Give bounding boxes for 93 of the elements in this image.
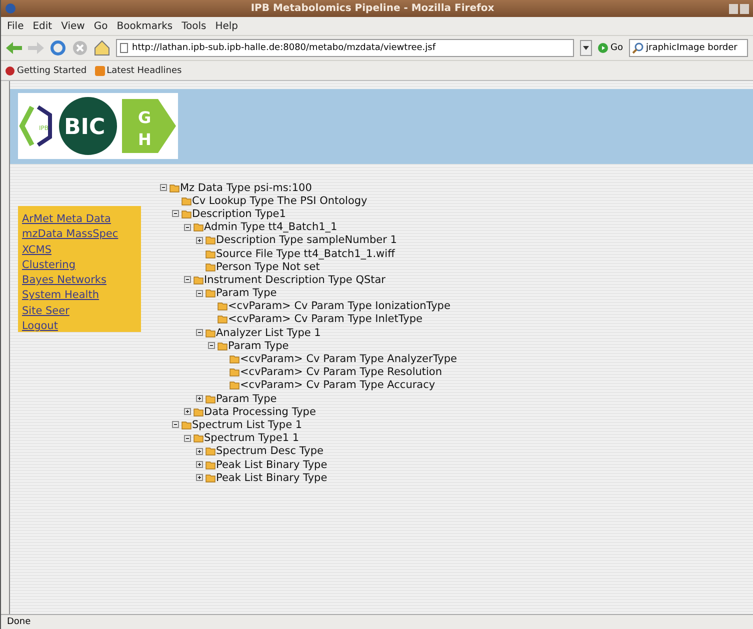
collapse-toggle[interactable]: [184, 276, 191, 284]
tree-node-label[interactable]: <cvParam> Cv Param Type Accuracy: [240, 379, 436, 392]
expand-toggle[interactable]: [196, 236, 203, 244]
home-icon[interactable]: [94, 40, 110, 56]
play-icon: [598, 43, 608, 53]
nav-link[interactable]: System Health: [22, 288, 137, 303]
search-field[interactable]: jraphicImage border: [629, 39, 748, 57]
folder-icon: [205, 472, 216, 483]
tree-node-label[interactable]: Spectrum Desc Type: [216, 445, 324, 458]
menu-item[interactable]: File: [7, 20, 24, 32]
tree-node-label[interactable]: Mz Data Type psi-ms:100: [180, 182, 312, 194]
menu-item[interactable]: Help: [215, 20, 238, 32]
folder-icon: [217, 340, 228, 351]
nav-link[interactable]: Logout: [22, 319, 137, 334]
folder-icon: [229, 354, 240, 364]
folder-icon: [193, 222, 204, 232]
tree-node-label[interactable]: Param Type: [216, 287, 277, 300]
collapse-toggle[interactable]: [196, 290, 203, 297]
collapse-toggle[interactable]: [172, 210, 179, 218]
feed-icon: [94, 66, 105, 76]
tree-node-label[interactable]: Param Type: [228, 340, 289, 352]
expand-toggle[interactable]: [196, 448, 203, 455]
tree-node-label[interactable]: Spectrum List Type 1: [192, 418, 302, 431]
folder-icon: [229, 380, 240, 390]
collapse-toggle[interactable]: [196, 329, 203, 336]
folder-icon: [205, 248, 216, 259]
menu-item[interactable]: Bookmarks: [116, 20, 173, 32]
expand-toggle[interactable]: [196, 461, 203, 468]
tree-node-label[interactable]: Param Type: [216, 392, 277, 405]
tree-node-label[interactable]: Spectrum Type1 1: [204, 432, 300, 444]
menu-item[interactable]: Go: [94, 20, 108, 32]
folder-icon: [193, 433, 204, 444]
collapse-toggle[interactable]: [208, 342, 215, 350]
tree-node-label[interactable]: <cvParam> Cv Param Type Resolution: [240, 366, 442, 378]
folder-icon: [229, 367, 240, 378]
go-button[interactable]: Go: [598, 43, 623, 53]
menu-item[interactable]: Edit: [32, 20, 52, 32]
folder-icon: [181, 420, 192, 430]
collapse-toggle[interactable]: [184, 434, 191, 442]
menu-item[interactable]: View: [61, 20, 85, 32]
tree-node-label[interactable]: Data Processing Type: [204, 406, 316, 418]
collapse-toggle[interactable]: [160, 184, 167, 192]
nav-link[interactable]: Site Seer: [22, 304, 137, 318]
expand-toggle[interactable]: [196, 395, 203, 402]
tree-node-label[interactable]: Person Type Not set: [216, 260, 320, 273]
tree-node-label[interactable]: Instrument Description Type QStar: [204, 274, 386, 286]
address-field[interactable]: http://lathan.ipb-sub.ipb-halle.de:8080/metabo/mzdata/viewtree.jsf: [116, 39, 574, 57]
collapse-toggle[interactable]: [184, 224, 191, 231]
tree-node-label[interactable]: <cvParam> Cv Param Type AnalyzerType: [240, 353, 457, 366]
page-icon: [120, 43, 128, 53]
folder-icon: [205, 446, 216, 456]
tree-node-label[interactable]: Description Type sampleNumber 1: [216, 234, 397, 246]
nav-link[interactable]: XCMS: [22, 242, 137, 257]
folder-icon: [181, 196, 192, 206]
nav-link[interactable]: Bayes Networks: [22, 273, 137, 288]
tree-node-label[interactable]: Cv Lookup Type The PSI Ontology: [192, 194, 368, 207]
folder-icon: [205, 328, 216, 338]
bookmark-dot-icon: [5, 66, 15, 76]
globe-icon: [5, 3, 16, 14]
tree-node-label[interactable]: Description Type1: [192, 208, 286, 220]
tree-node-label[interactable]: <cvParam> Cv Param Type IonizationType: [228, 300, 450, 312]
reload-icon[interactable]: [50, 40, 66, 56]
bookmark-link[interactable]: Getting Started: [5, 66, 87, 76]
expand-toggle[interactable]: [184, 408, 191, 416]
collapse-toggle[interactable]: [172, 421, 179, 428]
search-icon: [632, 42, 644, 54]
tree-node-label[interactable]: Peak List Binary Type: [216, 472, 328, 484]
window-controls-icon[interactable]: [729, 4, 749, 14]
folder-icon: [193, 406, 204, 417]
folder-icon: [193, 274, 204, 285]
expand-toggle[interactable]: [196, 474, 203, 482]
folder-icon: [205, 262, 216, 272]
tree-node-label[interactable]: Analyzer List Type 1: [216, 326, 321, 339]
folder-icon: [205, 460, 216, 470]
dropdown-button[interactable]: [580, 40, 592, 56]
window-title: IPB Metabolomics Pipeline - Mozilla Firefox: [250, 3, 496, 14]
folder-icon: [217, 301, 228, 312]
folder-icon: [181, 208, 192, 219]
nav-link[interactable]: mzData MassSpec: [22, 227, 137, 242]
tree-node-label[interactable]: Peak List Binary Type: [216, 458, 328, 471]
folder-icon: [217, 314, 228, 324]
nav-link[interactable]: ArMet Meta Data: [22, 212, 137, 226]
bookmark-link[interactable]: Latest Headlines: [94, 66, 182, 76]
folder-icon: [205, 235, 216, 246]
menu-item[interactable]: Tools: [182, 20, 206, 32]
tree-node-label[interactable]: <cvParam> Cv Param Type InletType: [228, 313, 423, 326]
folder-icon: [169, 182, 180, 193]
tree-node-label[interactable]: Admin Type tt4_Batch1_1: [204, 221, 338, 234]
caret-icon: [582, 46, 589, 50]
folder-icon: [205, 288, 216, 298]
folder-icon: [205, 394, 216, 404]
tree-node-label[interactable]: Source File Type tt4_Batch1_1.wiff: [216, 248, 395, 260]
nav-link[interactable]: Clustering: [22, 258, 137, 272]
